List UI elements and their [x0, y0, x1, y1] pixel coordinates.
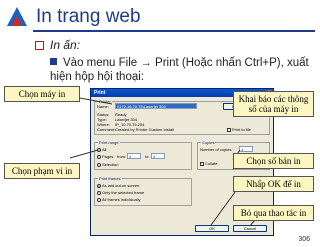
logo-icon: [4, 4, 30, 30]
frames-option-3[interactable]: All frames individually: [97, 197, 140, 202]
callout-press-ok: Nhấp OK để in: [233, 176, 314, 192]
instruction-text: Vào menu File → Print (Hoặc nhấn Ctrl+P)…: [50, 57, 309, 83]
square-bullet-icon: [50, 58, 57, 65]
name-label: Name:: [97, 104, 109, 109]
copies-group-label: Copies: [201, 140, 216, 145]
radio-icon: [97, 163, 101, 167]
range-pages-radio[interactable]: Pages: [97, 154, 113, 159]
callout-cancel-print: Bỏ qua thao tác in: [233, 205, 314, 221]
range-all-label: All: [102, 147, 107, 152]
range-selection-label: Selection: [102, 162, 119, 167]
radio-icon: [97, 184, 101, 188]
printer-name-select[interactable]: \\172.16.70.75\Laserjet 304: [115, 103, 197, 109]
title-divider: [33, 30, 315, 32]
range-all-radio[interactable]: All: [97, 147, 106, 152]
callout-choose-printer: Chọn máy in: [4, 86, 80, 102]
frames-option-1[interactable]: As laid out on screen: [97, 183, 139, 188]
checkbox-icon: [227, 128, 231, 132]
callout-choose-range: Chọn phạm vi in: [4, 163, 80, 179]
range-selection-radio[interactable]: Selection: [97, 162, 118, 167]
collate-label: Collate: [205, 161, 218, 166]
copies-label: Number of copies:: [200, 147, 233, 152]
page-title: In trang web: [36, 6, 141, 27]
page-range-label: Print range: [98, 140, 120, 145]
subheading-text: In ấn:: [50, 38, 81, 52]
comment-value: Created by Printer Custom Install: [115, 127, 174, 132]
copies-input[interactable]: 1: [239, 146, 253, 152]
from-input[interactable]: 1: [127, 153, 141, 159]
instruction: Vào menu File → Print (Hoặc nhấn Ctrl+P)…: [50, 56, 312, 84]
radio-icon: [97, 155, 101, 159]
comment-label: Comment:: [97, 127, 116, 132]
frames-option-2-label: Only the selected frame: [102, 190, 145, 195]
frames-option-1-label: As laid out on screen: [102, 183, 140, 188]
ok-button[interactable]: OK: [195, 225, 229, 232]
checkbox-icon: [200, 162, 204, 166]
subheading: In ấn:: [35, 38, 80, 52]
frames-option-3-label: All frames individually: [102, 197, 141, 202]
range-pages-label: Pages: [102, 154, 114, 159]
radio-icon: [97, 191, 101, 195]
box-bullet-icon: [35, 40, 44, 50]
cancel-button[interactable]: Cancel: [233, 225, 267, 232]
radio-icon: [97, 148, 101, 152]
collate-checkbox[interactable]: Collate: [200, 161, 217, 166]
print-frames-label: Print frames: [98, 176, 122, 181]
frames-option-2[interactable]: Only the selected frame: [97, 190, 144, 195]
to-label: to:: [145, 154, 150, 159]
radio-icon: [97, 198, 101, 202]
print-to-file-label: Print to file: [232, 127, 251, 132]
from-label: from:: [117, 154, 127, 159]
page-number: 306: [298, 236, 310, 243]
callout-declare-printer: Khai báo các thông số của máy in: [233, 91, 314, 117]
to-input[interactable]: 1: [151, 153, 165, 159]
callout-choose-copies: Chọn số bản in: [233, 153, 314, 169]
print-to-file-checkbox[interactable]: Print to file: [227, 127, 251, 132]
